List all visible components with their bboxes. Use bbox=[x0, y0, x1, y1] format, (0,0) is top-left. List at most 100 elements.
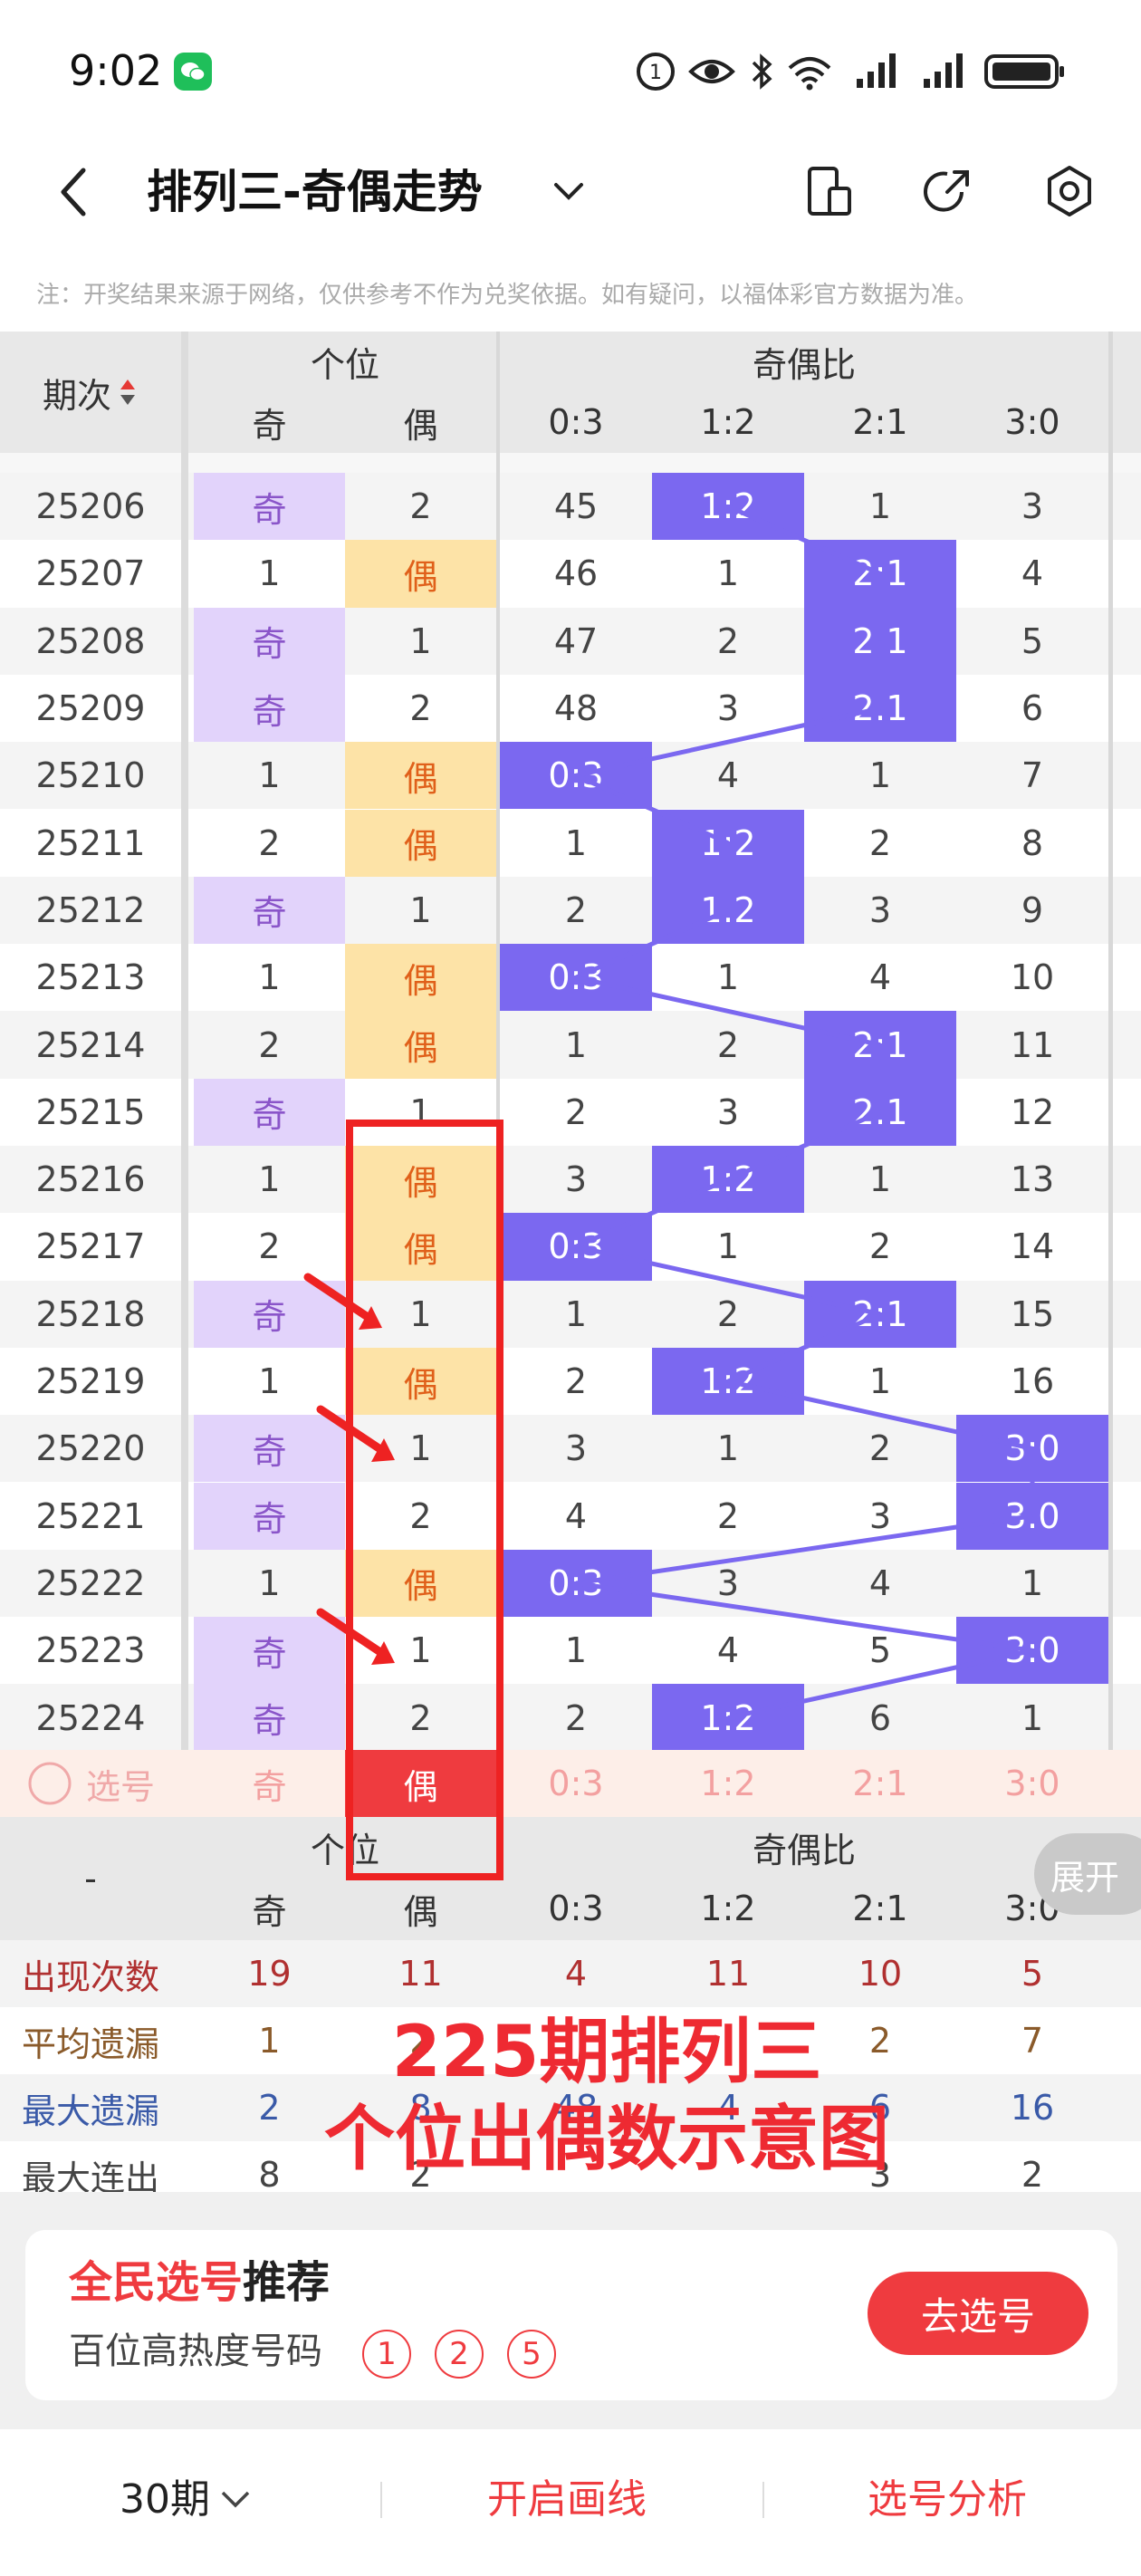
cell-r21: 1 bbox=[868, 486, 892, 527]
period-cell: 25214 bbox=[35, 1024, 146, 1065]
back-arrow-icon[interactable] bbox=[56, 163, 92, 221]
svg-text:1: 1 bbox=[649, 62, 662, 84]
cell-r21: 2 bbox=[868, 1428, 892, 1469]
cell-odd: 1 bbox=[258, 1159, 281, 1200]
cell-r12: 1 bbox=[716, 553, 740, 594]
cell-r12: 1 bbox=[716, 1428, 740, 1469]
cell-r12: 2 bbox=[716, 1024, 740, 1065]
stats-label: 最大遗漏 bbox=[21, 2091, 159, 2131]
battery-icon bbox=[984, 54, 1064, 89]
cell-r12: 4 bbox=[716, 755, 740, 796]
cell-r03: 1 bbox=[564, 1630, 588, 1671]
cell-r12: 3 bbox=[716, 1091, 740, 1132]
select-r30[interactable]: 3:0 bbox=[956, 1750, 1108, 1817]
chevron-down-icon[interactable] bbox=[551, 178, 587, 205]
cell-even: 1 bbox=[409, 889, 432, 930]
odd-col-header: 奇 bbox=[252, 405, 287, 446]
draw-line-button[interactable]: 开启画线 bbox=[487, 2464, 647, 2536]
go-select-button[interactable]: 去选号 bbox=[868, 2272, 1088, 2355]
expand-button[interactable]: 展开 bbox=[1034, 1833, 1141, 1915]
period-cell: 25218 bbox=[35, 1293, 146, 1334]
select-r21[interactable]: 2:1 bbox=[804, 1750, 956, 1817]
ratio-hit-cell: 2:1 bbox=[804, 607, 956, 675]
cell-odd: 2 bbox=[258, 1024, 281, 1065]
period-count-selector[interactable]: 30期 bbox=[120, 2464, 254, 2536]
ratio-hit-cell: 1:2 bbox=[652, 1684, 804, 1752]
period-cell: 25224 bbox=[35, 1697, 146, 1738]
select-r03[interactable]: 0:3 bbox=[500, 1750, 652, 1817]
page-title[interactable]: 排列三-奇偶走势 bbox=[147, 163, 483, 221]
number-ball: 2 bbox=[435, 2330, 484, 2379]
stats-value: 11 bbox=[705, 1954, 751, 1994]
period-cell: 25216 bbox=[35, 1159, 146, 1200]
period-cell: 25209 bbox=[35, 688, 146, 729]
cell-r03: 48 bbox=[553, 688, 599, 729]
cell-r12: 3 bbox=[716, 1562, 740, 1603]
period-header[interactable]: 期次 bbox=[0, 332, 181, 453]
ratio-hit-cell: 1:2 bbox=[652, 1146, 804, 1214]
even-hit-cell: 偶 bbox=[345, 944, 496, 1012]
settings-icon[interactable] bbox=[1041, 163, 1098, 219]
eye-icon bbox=[688, 60, 735, 83]
cell-r03: 3 bbox=[564, 1159, 588, 1200]
r21-col-header: 2:1 bbox=[852, 402, 908, 442]
even-hit-cell: 偶 bbox=[345, 809, 496, 877]
odd-hit-cell: 奇 bbox=[194, 607, 345, 675]
cell-r12: 1 bbox=[716, 957, 740, 998]
cell-r03: 45 bbox=[553, 486, 599, 527]
period-cell: 25210 bbox=[35, 755, 146, 796]
sort-icon[interactable] bbox=[117, 374, 139, 410]
period-cell: 25208 bbox=[35, 620, 146, 661]
select-row-label[interactable]: 选号 bbox=[0, 1750, 181, 1817]
odd-hit-cell: 奇 bbox=[194, 876, 345, 945]
arrow-icon-1 bbox=[303, 1273, 382, 1330]
cell-odd: 1 bbox=[258, 755, 281, 796]
cell-r12: 4 bbox=[716, 1630, 740, 1671]
cell-r12: 2 bbox=[716, 1293, 740, 1334]
share-icon[interactable] bbox=[920, 165, 974, 219]
cell-odd: 2 bbox=[258, 822, 281, 863]
r03-col-header: 0:3 bbox=[548, 402, 604, 442]
select-circle-icon[interactable] bbox=[26, 1760, 73, 1807]
ratio-hit-cell: 0:3 bbox=[500, 1549, 652, 1618]
odd-hit-cell: 奇 bbox=[194, 1684, 345, 1752]
disclaimer-notice: 注：开奖结果来源于网络，仅供参考不作为兑奖依据。如有疑问，以福体彩官方数据为准。 bbox=[36, 282, 979, 309]
analysis-button[interactable]: 选号分析 bbox=[868, 2464, 1027, 2536]
ratio-hit-cell: 0:3 bbox=[500, 944, 652, 1012]
select-r12[interactable]: 1:2 bbox=[652, 1750, 804, 1817]
cell-r21: 3 bbox=[868, 889, 892, 930]
period-cell: 25220 bbox=[35, 1428, 146, 1469]
wifi-icon bbox=[788, 57, 831, 91]
ratio-hit-cell: 0:3 bbox=[500, 742, 652, 810]
stats-value: 16 bbox=[1010, 2088, 1055, 2128]
period-cell: 25206 bbox=[35, 486, 146, 527]
device-switch-icon[interactable] bbox=[802, 165, 857, 219]
odd-hit-cell: 奇 bbox=[194, 674, 345, 743]
select-odd[interactable]: 奇 bbox=[194, 1750, 345, 1817]
cell-r30: 10 bbox=[1010, 957, 1055, 998]
cell-r03: 47 bbox=[553, 620, 599, 661]
stats-ratio-group: 奇偶比 bbox=[752, 1830, 856, 1870]
cell-r03: 1 bbox=[564, 1024, 588, 1065]
cell-r30: 1 bbox=[1021, 1697, 1044, 1738]
stats-even-header: 偶 bbox=[403, 1891, 438, 1932]
number-ball: 5 bbox=[507, 2330, 556, 2379]
ratio-hit-cell: 1:2 bbox=[652, 809, 804, 877]
ratio-hit-cell: 1:2 bbox=[652, 473, 804, 541]
overlay-caption: 225期排列三 个位出偶数示意图 bbox=[299, 2009, 915, 2183]
cell-r03: 2 bbox=[564, 1091, 588, 1132]
cell-r03: 1 bbox=[564, 1293, 588, 1334]
cell-r21: 5 bbox=[868, 1630, 892, 1671]
cell-even: 1 bbox=[409, 620, 432, 661]
highlight-box bbox=[346, 1120, 503, 1880]
cell-r21: 1 bbox=[868, 1361, 892, 1402]
cell-r30: 11 bbox=[1010, 1024, 1055, 1065]
stats-odd-header: 奇 bbox=[252, 1891, 287, 1932]
cell-r21: 1 bbox=[868, 1159, 892, 1200]
arrow-icon-2 bbox=[316, 1405, 395, 1462]
cell-r30: 1 bbox=[1021, 1562, 1044, 1603]
cell-r30: 14 bbox=[1010, 1226, 1055, 1267]
ratio-hit-cell: 2:1 bbox=[804, 1011, 956, 1079]
app-root: 9:02 1 排列三-奇偶走势 注：开奖结果来源于网络，仅供参考不作为兑奖依据。… bbox=[0, 0, 1141, 2576]
cell-r12: 2 bbox=[716, 1495, 740, 1536]
